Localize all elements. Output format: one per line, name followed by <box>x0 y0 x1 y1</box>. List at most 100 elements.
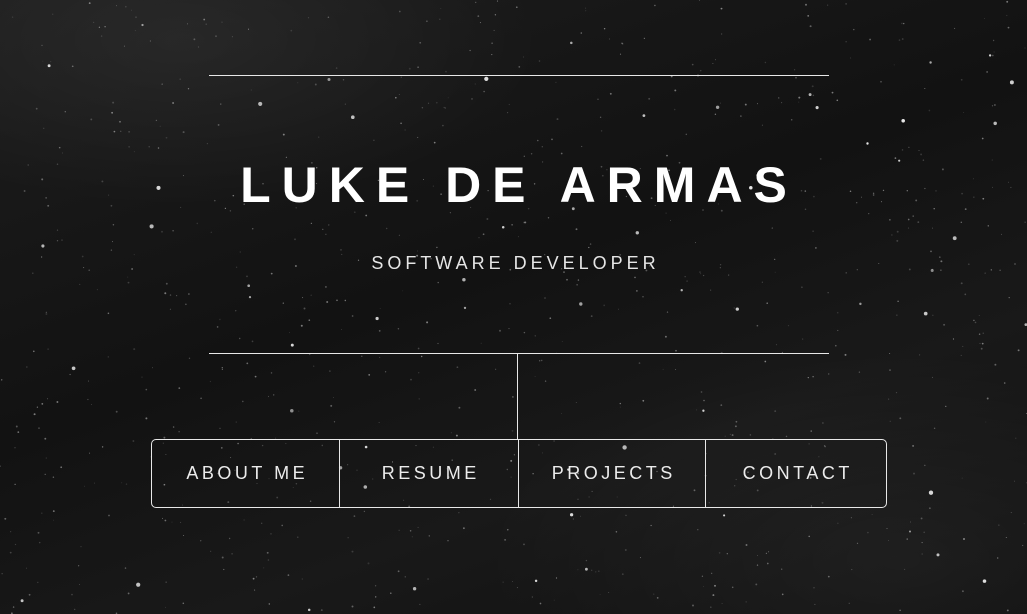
speckle <box>603 304 606 307</box>
speckle <box>886 528 888 530</box>
speckle <box>254 589 256 591</box>
nav-item-projects[interactable]: PROJECTS <box>518 440 705 507</box>
speckle <box>456 366 459 369</box>
nav-item-about-me[interactable]: ABOUT ME <box>152 440 339 507</box>
speckle <box>986 71 988 73</box>
speckle <box>561 412 562 414</box>
speckle <box>44 473 46 476</box>
speckle <box>341 329 342 330</box>
starfield-background <box>0 0 1027 614</box>
speckle <box>443 106 445 108</box>
speckle <box>615 531 618 533</box>
speckle <box>427 578 430 580</box>
speckle <box>351 605 354 608</box>
speckle <box>20 599 24 603</box>
speckle <box>216 326 219 328</box>
speckle <box>933 427 936 429</box>
speckle <box>428 535 431 537</box>
speckle <box>575 228 578 231</box>
speckle <box>221 368 223 371</box>
speckle <box>888 540 889 542</box>
speckle <box>326 301 329 303</box>
speckle <box>598 570 600 572</box>
speckle <box>324 285 327 288</box>
speckle <box>979 342 981 344</box>
speckle <box>579 302 583 306</box>
speckle <box>635 231 639 235</box>
speckle <box>185 303 187 306</box>
speckle <box>273 394 275 396</box>
speckle <box>551 138 553 141</box>
speckle <box>400 122 402 125</box>
speckle <box>836 311 839 314</box>
speckle <box>711 572 713 574</box>
speckle <box>781 593 784 596</box>
speckle <box>856 542 859 544</box>
speckle <box>108 514 110 517</box>
nav-item-contact[interactable]: CONTACT <box>705 440 886 507</box>
speckle <box>329 370 331 372</box>
speckle <box>74 608 76 611</box>
speckle <box>541 146 543 148</box>
speckle <box>255 576 258 578</box>
speckle <box>998 524 1000 526</box>
speckle <box>889 420 891 422</box>
speckle <box>697 529 699 531</box>
speckle <box>555 577 558 579</box>
speckle <box>523 543 525 546</box>
speckle <box>169 294 172 296</box>
speckle <box>127 281 130 284</box>
speckle <box>952 236 957 241</box>
speckle <box>164 606 166 608</box>
speckle <box>193 38 196 41</box>
speckle <box>322 228 324 231</box>
speckle <box>44 437 47 440</box>
speckle <box>675 369 677 370</box>
speckle <box>149 40 151 42</box>
speckle <box>642 399 645 402</box>
speckle <box>901 119 905 123</box>
speckle <box>988 54 992 57</box>
speckle <box>397 328 400 330</box>
speckle <box>507 529 509 531</box>
speckle <box>14 483 16 486</box>
speckle <box>248 296 252 299</box>
speckle <box>47 398 49 400</box>
speckle <box>674 89 677 92</box>
speckle <box>555 81 557 84</box>
speckle <box>421 355 423 358</box>
speckle <box>474 389 477 391</box>
speckle <box>231 36 233 38</box>
speckle <box>17 431 20 433</box>
speckle <box>417 347 420 350</box>
speckle <box>297 536 299 538</box>
speckle <box>378 330 381 332</box>
speckle <box>482 233 485 236</box>
speckle <box>755 583 758 586</box>
speckle <box>765 552 767 554</box>
speckle <box>978 333 981 335</box>
speckle <box>621 573 624 576</box>
speckle <box>37 581 39 584</box>
speckle <box>221 367 223 369</box>
speckle <box>4 517 7 520</box>
speckle <box>404 129 406 131</box>
speckle <box>101 446 104 448</box>
speckle <box>801 286 803 289</box>
speckle <box>837 522 839 524</box>
speckle <box>400 76 402 78</box>
speckle <box>41 44 43 47</box>
speckle <box>764 61 767 64</box>
speckle <box>421 106 424 109</box>
speckle <box>165 136 168 139</box>
speckle <box>398 234 400 236</box>
speckle <box>246 275 248 278</box>
speckle <box>1024 221 1026 223</box>
speckle <box>56 240 59 242</box>
speckle <box>172 426 175 428</box>
nav-item-resume[interactable]: RESUME <box>339 440 518 507</box>
speckle <box>553 599 555 601</box>
speckle <box>675 349 677 352</box>
speckle <box>871 513 873 515</box>
speckle <box>435 101 438 104</box>
